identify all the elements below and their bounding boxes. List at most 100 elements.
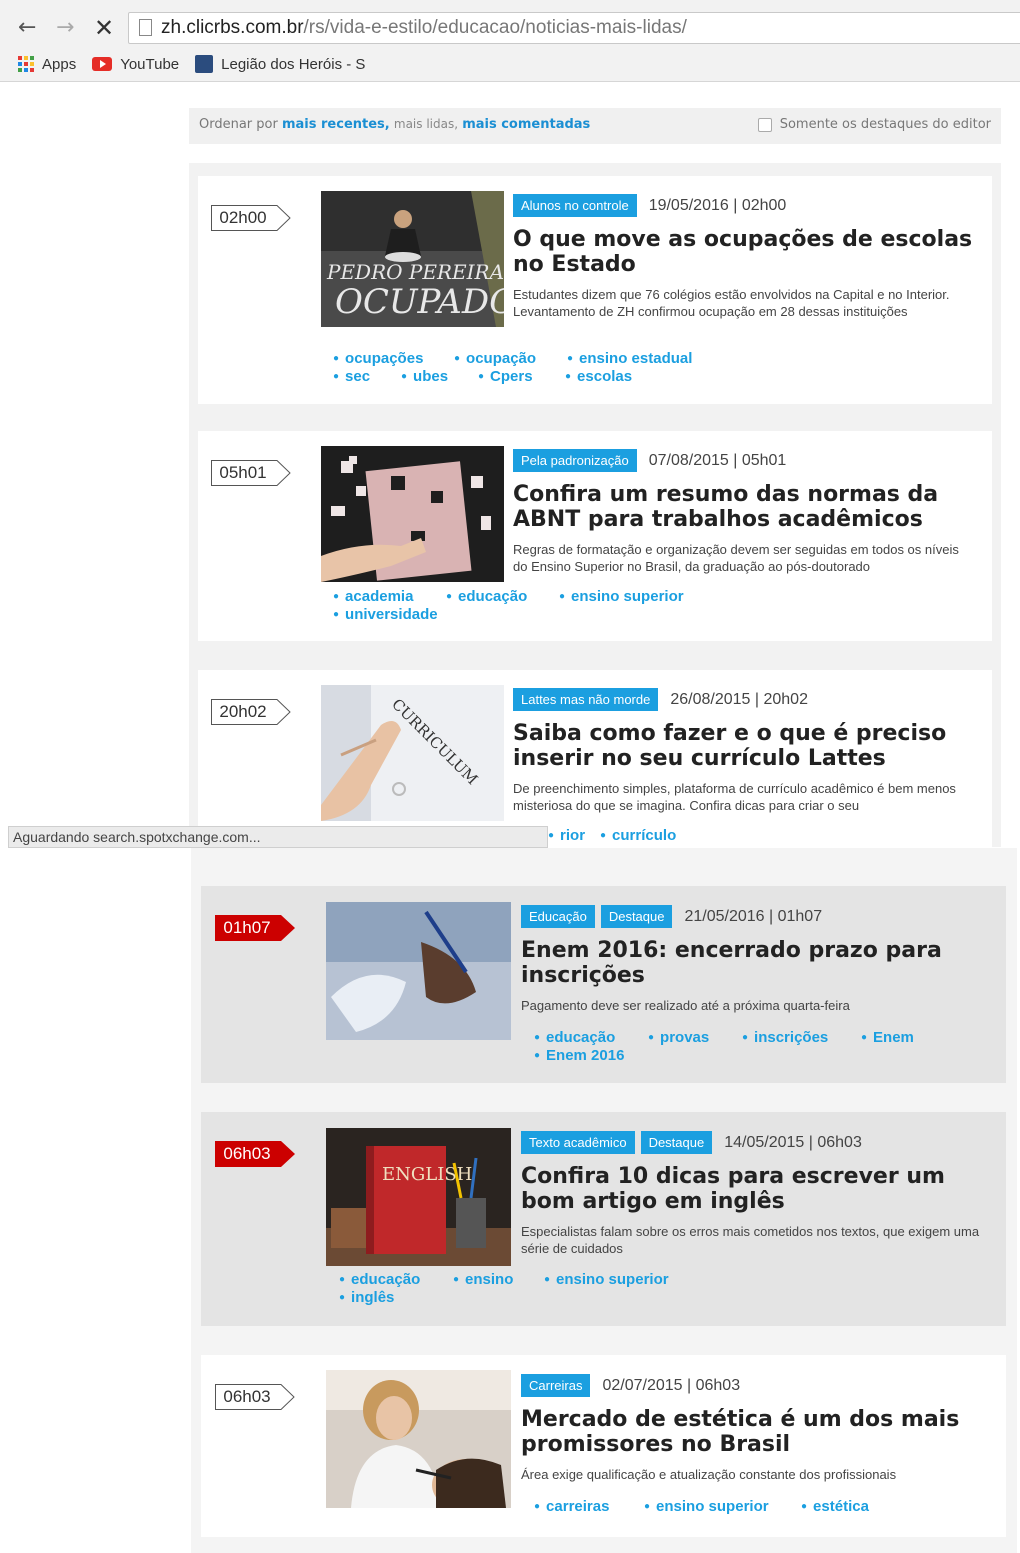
sort-recent-link[interactable]: mais recentes, — [282, 117, 390, 132]
highlight-tag[interactable]: Destaque — [640, 1131, 713, 1154]
article-date: 26/08/2015 | 20h02 — [670, 690, 808, 708]
time-badge: 05h01 — [211, 460, 291, 486]
category-tag[interactable]: Lattes mas não morde — [513, 688, 659, 711]
article-date: 02/07/2015 | 06h03 — [602, 1376, 741, 1394]
article-thumbnail[interactable]: ENGLISH — [326, 1128, 511, 1266]
english-book-photo: ENGLISH — [326, 1128, 511, 1266]
legiao-herois-icon — [195, 55, 214, 73]
editor-highlights-checkbox[interactable] — [757, 117, 772, 132]
sort-prefix: Ordenar por — [199, 117, 278, 132]
keyword-link[interactable]: academia — [333, 588, 413, 605]
keyword-link[interactable]: carreiras — [534, 1498, 609, 1515]
tags-row: Texto acadêmico Destaque 14/05/2015 | 06… — [521, 1131, 862, 1154]
highlight-tag[interactable]: Destaque — [600, 905, 673, 928]
time-badge: 06h03 — [215, 1384, 295, 1410]
keyword-link[interactable]: Enem — [861, 1029, 914, 1046]
category-tag[interactable]: Pela padronização — [513, 449, 637, 472]
keyword-link[interactable]: ensino superior — [559, 588, 684, 605]
article-card: 05h01 Pela padronização 07/08/2015 | 05h… — [198, 431, 992, 641]
article-thumbnail[interactable]: CURRICULUM — [321, 685, 504, 821]
time-badge: 02h00 — [211, 205, 291, 231]
article-card-highlight: 01h07 Educação Destaque 21/05/2016 | 01h… — [201, 886, 1006, 1083]
article-title[interactable]: Mercado de estética é um dos mais promis… — [521, 1407, 981, 1457]
writing-exam-photo — [326, 902, 511, 1040]
back-arrow-icon[interactable]: ← — [18, 14, 36, 42]
tags-row: Alunos no controle 19/05/2016 | 02h00 — [513, 194, 786, 217]
bookmarks-bar: Apps YouTube Legião dos Heróis - S — [18, 52, 381, 76]
keyword-link[interactable]: Cpers — [478, 368, 533, 385]
article-date: 07/08/2015 | 05h01 — [648, 451, 787, 469]
category-tag[interactable]: Educação — [521, 905, 595, 928]
article-card: 02h00 PEDRO PEREIRA OCUPADO! Alunos no c… — [198, 176, 992, 404]
keyword-link[interactable]: provas — [648, 1029, 709, 1046]
keyword-link[interactable]: ensino superior — [544, 1271, 669, 1288]
article-title[interactable]: Confira 10 dicas para escrever um bom ar… — [521, 1164, 986, 1214]
sort-most-commented-link[interactable]: mais comentadas — [462, 117, 590, 132]
tags-row: Lattes mas não morde 26/08/2015 | 20h02 — [513, 688, 808, 711]
editor-highlights-toggle[interactable]: Somente os destaques do editor — [757, 117, 991, 132]
article-description: Estudantes dizem que 76 colégios estão e… — [513, 287, 950, 319]
bookmark-apps[interactable]: Apps — [18, 56, 76, 73]
article-title[interactable]: Saiba como fazer e o que é preciso inser… — [513, 721, 973, 771]
article-card: 06h03 Carreiras 02/07/2015 | 06h03 Merca… — [201, 1355, 1006, 1537]
article-thumbnail[interactable] — [326, 902, 511, 1040]
sort-bar: Ordenar por mais recentes, mais lidas, m… — [189, 108, 1001, 144]
article-description: Pagamento deve ser realizado até a próxi… — [521, 998, 850, 1013]
keyword-link[interactable]: estética — [801, 1498, 869, 1515]
keyword-link[interactable]: ocupação — [454, 350, 536, 367]
keyword-link[interactable]: ensino estadual — [567, 350, 692, 367]
keyword-link[interactable]: inscrições — [742, 1029, 828, 1046]
bookmark-legiao[interactable]: Legião dos Heróis - S — [195, 55, 365, 73]
keyword-link[interactable]: educação — [339, 1271, 420, 1288]
article-date: 21/05/2016 | 01h07 — [684, 907, 823, 925]
keyword-link[interactable]: educação — [446, 588, 527, 605]
bookmark-youtube[interactable]: YouTube — [92, 56, 179, 73]
keyword-link[interactable]: universidade — [333, 606, 438, 623]
article-thumbnail[interactable]: PEDRO PEREIRA OCUPADO! — [321, 191, 504, 327]
article-title[interactable]: Confira um resumo das normas da ABNT par… — [513, 482, 973, 532]
youtube-icon — [92, 57, 113, 71]
stop-loading-icon[interactable]: ✕ — [94, 14, 114, 42]
article-title[interactable]: O que move as ocupações de escolas no Es… — [513, 227, 973, 277]
apps-grid-icon — [18, 56, 34, 72]
keyword-link[interactable]: rior — [548, 827, 585, 844]
category-tag[interactable]: Carreiras — [521, 1374, 591, 1397]
sort-most-read: mais lidas, — [393, 117, 459, 131]
keyword-link[interactable]: currículo — [600, 827, 676, 844]
tags-row: Educação Destaque 21/05/2016 | 01h07 — [521, 905, 822, 928]
article-thumbnail[interactable] — [326, 1370, 511, 1508]
keyword-link[interactable]: ocupações — [333, 350, 423, 367]
keyword-link[interactable]: sec — [333, 368, 370, 385]
keyword-link[interactable]: ensino — [453, 1271, 513, 1288]
address-bar[interactable]: zh.clicrbs.com.br/rs/vida-e-estilo/educa… — [128, 12, 1020, 44]
keyword-link[interactable]: inglês — [339, 1289, 394, 1306]
time-badge: 01h07 — [215, 915, 295, 941]
article-description: Regras de formatação e organização devem… — [513, 542, 959, 574]
keyword-link[interactable]: escolas — [565, 368, 632, 385]
curriculum-paper-photo: CURRICULUM — [321, 685, 504, 821]
forward-arrow-icon[interactable]: → — [56, 14, 74, 42]
article-card-highlight: 06h03 ENGLISH Texto acadêmico Destaque 1… — [201, 1112, 1006, 1326]
keyword-link[interactable]: educação — [534, 1029, 615, 1046]
svg-text:PEDRO PEREIRA: PEDRO PEREIRA — [326, 260, 504, 284]
category-tag[interactable]: Alunos no controle — [513, 194, 637, 217]
article-description: Especialistas falam sobre os erros mais … — [521, 1224, 980, 1256]
time-badge: 20h02 — [211, 699, 291, 725]
browser-toolbar: ← → ✕ zh.clicrbs.com.br/rs/vida-e-estilo… — [0, 0, 1020, 82]
student-protest-photo: PEDRO PEREIRA OCUPADO! — [321, 191, 504, 327]
article-description: Área exige qualificação e atualização co… — [521, 1467, 897, 1482]
article-card: 20h02 CURRICULUM Lattes mas não morde 26… — [198, 670, 992, 847]
keyword-link[interactable]: Enem 2016 — [534, 1047, 624, 1064]
puzzle-pieces-photo — [321, 446, 504, 582]
category-tag[interactable]: Texto acadêmico — [521, 1131, 635, 1154]
page-icon — [139, 19, 152, 36]
article-description: De preenchimento simples, plataforma de … — [513, 781, 956, 813]
article-title[interactable]: Enem 2016: encerrado prazo para inscriçõ… — [521, 938, 981, 988]
article-date: 19/05/2016 | 02h00 — [648, 196, 787, 214]
keyword-link[interactable]: ubes — [401, 368, 448, 385]
article-date: 14/05/2015 | 06h03 — [724, 1133, 862, 1151]
keyword-link[interactable]: ensino superior — [644, 1498, 769, 1515]
tags-row: Pela padronização 07/08/2015 | 05h01 — [513, 449, 786, 472]
article-thumbnail[interactable] — [321, 446, 504, 582]
tags-row: Carreiras 02/07/2015 | 06h03 — [521, 1374, 740, 1397]
